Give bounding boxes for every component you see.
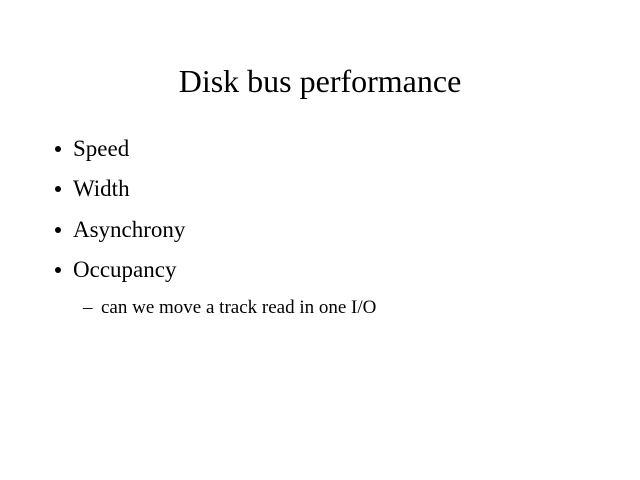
bullet-text: Width (73, 176, 130, 201)
sub-bullet-item: – can we move a track read in one I/O (83, 294, 376, 322)
bullet-item-occupancy: Occupancy (55, 255, 176, 285)
bullet-dot-icon (55, 146, 61, 152)
bullet-list: Speed Width Asynchrony Occupancy – can w… (0, 0, 640, 480)
bullet-item-asynchrony: Asynchrony (55, 215, 185, 245)
bullet-dot-icon (55, 186, 61, 192)
sub-bullet-text: can we move a track read in one I/O (101, 297, 377, 318)
dash-marker-icon: – (83, 297, 93, 318)
bullet-item-speed: Speed (55, 134, 129, 164)
bullet-text: Asynchrony (73, 217, 186, 242)
bullet-dot-icon (55, 267, 61, 273)
slide: Disk bus performance Speed Width Asynchr… (0, 0, 640, 480)
bullet-dot-icon (55, 227, 61, 233)
bullet-text: Speed (73, 136, 130, 161)
bullet-item-width: Width (55, 174, 130, 204)
bullet-text: Occupancy (73, 257, 177, 282)
